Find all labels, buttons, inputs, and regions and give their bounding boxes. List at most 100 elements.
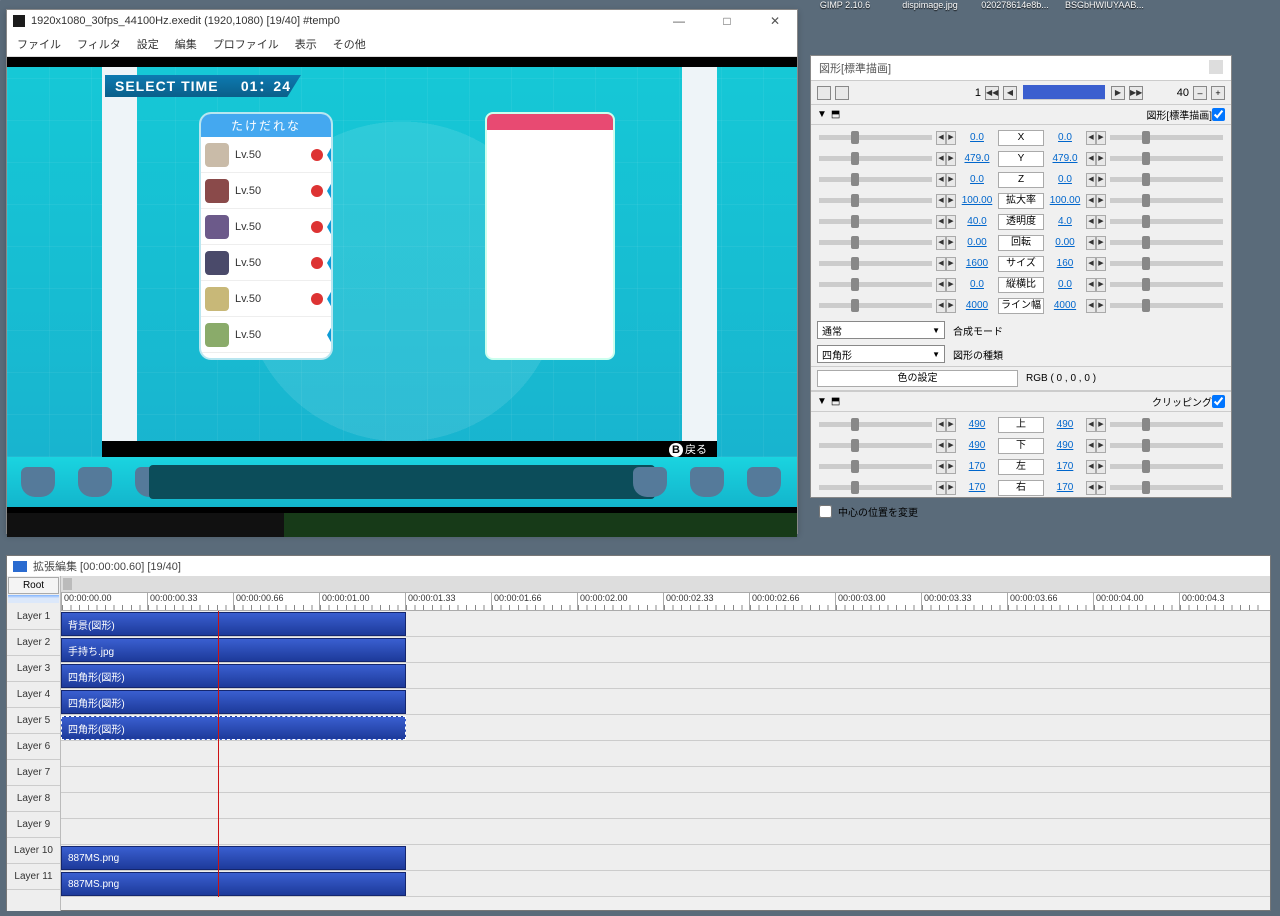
section-toggle[interactable] <box>1212 395 1225 408</box>
collapse-icon[interactable]: ▼ <box>817 396 827 407</box>
timeline-clip[interactable]: 背景(図形) <box>61 612 406 636</box>
seek-bar[interactable] <box>7 513 797 537</box>
step-left-inc[interactable]: ▶ <box>946 460 956 474</box>
param-label-button[interactable]: 拡大率 <box>998 193 1044 209</box>
menu-settings[interactable]: 設定 <box>131 34 165 54</box>
color-settings-button[interactable]: 色の設定 <box>817 370 1018 387</box>
value-right[interactable]: 0.00 <box>1046 237 1084 248</box>
timeline-track[interactable]: 四角形(図形) <box>61 715 1270 741</box>
timeline-track[interactable]: 四角形(図形) <box>61 689 1270 715</box>
step-left-inc[interactable]: ▶ <box>946 215 956 229</box>
link-icon[interactable]: ⬒ <box>831 396 840 407</box>
slider-right[interactable] <box>1110 422 1223 427</box>
value-left[interactable]: 170 <box>958 461 996 472</box>
layer-label[interactable]: Layer 11 <box>7 864 60 890</box>
playhead[interactable] <box>218 611 219 897</box>
timeline-clip[interactable]: 887MS.png <box>61 872 406 896</box>
desktop-icon[interactable]: GIMP 2.10.6 <box>810 0 880 10</box>
tool-icon[interactable] <box>835 86 849 100</box>
layer-label[interactable]: Layer 5 <box>7 708 60 734</box>
value-left[interactable]: 1600 <box>958 258 996 269</box>
ffwd-icon[interactable]: ▶▶ <box>1129 86 1143 100</box>
shape-type-select[interactable]: 四角形▼ <box>817 345 945 363</box>
value-right[interactable]: 160 <box>1046 258 1084 269</box>
step-right-inc[interactable]: ▶ <box>1096 299 1106 313</box>
frame-start[interactable]: 1 <box>939 87 981 99</box>
step-left-inc[interactable]: ▶ <box>946 439 956 453</box>
step-left-dec[interactable]: ◀ <box>936 257 946 271</box>
step-right-inc[interactable]: ▶ <box>1096 215 1106 229</box>
value-left[interactable]: 0.00 <box>958 237 996 248</box>
slider-right[interactable] <box>1110 219 1223 224</box>
slider-left[interactable] <box>819 198 932 203</box>
slider-left[interactable] <box>819 177 932 182</box>
timeline-scrollbar[interactable] <box>61 576 1270 593</box>
step-right-dec[interactable]: ◀ <box>1086 439 1096 453</box>
step-left-dec[interactable]: ◀ <box>936 278 946 292</box>
frame-end[interactable]: 40 <box>1147 87 1189 99</box>
menu-other[interactable]: その他 <box>327 34 372 54</box>
menu-view[interactable]: 表示 <box>289 34 323 54</box>
timeline-clip[interactable]: 887MS.png <box>61 846 406 870</box>
rewind-icon[interactable]: ◀◀ <box>985 86 999 100</box>
slider-right[interactable] <box>1110 177 1223 182</box>
add-icon[interactable]: + <box>1211 86 1225 100</box>
step-left-dec[interactable]: ◀ <box>936 131 946 145</box>
slider-right[interactable] <box>1110 240 1223 245</box>
slider-left[interactable] <box>819 240 932 245</box>
step-left-dec[interactable]: ◀ <box>936 152 946 166</box>
timeline-track[interactable]: 背景(図形) <box>61 611 1270 637</box>
desktop-icon[interactable]: dispimage.jpg <box>895 0 965 10</box>
layer-label[interactable]: Layer 8 <box>7 786 60 812</box>
step-right-dec[interactable]: ◀ <box>1086 236 1096 250</box>
desktop-icon[interactable]: 020278614e8b... <box>980 0 1050 10</box>
tool-icon[interactable] <box>817 86 831 100</box>
layer-label[interactable]: Layer 10 <box>7 838 60 864</box>
value-left[interactable]: 170 <box>958 482 996 493</box>
step-left-inc[interactable]: ▶ <box>946 173 956 187</box>
timeline-ruler[interactable]: 00:00:00.0000:00:00.3300:00:00.6600:00:0… <box>61 593 1270 611</box>
step-left-dec[interactable]: ◀ <box>936 215 946 229</box>
value-left[interactable]: 479.0 <box>958 153 996 164</box>
step-left-dec[interactable]: ◀ <box>936 439 946 453</box>
layer-label[interactable]: Layer 7 <box>7 760 60 786</box>
param-label-button[interactable]: 左 <box>998 459 1044 475</box>
value-right[interactable]: 4.0 <box>1046 216 1084 227</box>
slider-right[interactable] <box>1110 156 1223 161</box>
value-left[interactable]: 0.0 <box>958 279 996 290</box>
param-label-button[interactable]: 回転 <box>998 235 1044 251</box>
param-label-button[interactable]: Z <box>998 172 1044 188</box>
value-right[interactable]: 490 <box>1046 419 1084 430</box>
value-right[interactable]: 170 <box>1046 482 1084 493</box>
slider-left[interactable] <box>819 485 932 490</box>
step-left-inc[interactable]: ▶ <box>946 131 956 145</box>
slider-right[interactable] <box>1110 261 1223 266</box>
param-label-button[interactable]: ライン幅 <box>998 298 1044 314</box>
value-right[interactable]: 4000 <box>1046 300 1084 311</box>
step-right-dec[interactable]: ◀ <box>1086 299 1096 313</box>
layer-label[interactable]: Layer 3 <box>7 656 60 682</box>
slider-left[interactable] <box>819 282 932 287</box>
timeline-clip[interactable]: 四角形(図形) <box>61 690 406 714</box>
step-left-dec[interactable]: ◀ <box>936 194 946 208</box>
value-right[interactable]: 479.0 <box>1046 153 1084 164</box>
layer-label[interactable]: Layer 6 <box>7 734 60 760</box>
desktop-icon[interactable]: BSGbHWIUYAAB... <box>1065 0 1135 10</box>
step-right-inc[interactable]: ▶ <box>1096 173 1106 187</box>
timeline-titlebar[interactable]: 拡張編集 [00:00:00.60] [19/40] <box>7 556 1270 576</box>
param-label-button[interactable]: 右 <box>998 480 1044 496</box>
timeline-track[interactable]: 887MS.png <box>61 845 1270 871</box>
value-left[interactable]: 490 <box>958 419 996 430</box>
step-right-inc[interactable]: ▶ <box>1096 194 1106 208</box>
timeline-clip[interactable]: 四角形(図形) <box>61 664 406 688</box>
timeline-clip[interactable]: 四角形(図形) <box>61 716 406 740</box>
section-toggle[interactable] <box>1212 108 1225 121</box>
step-right-inc[interactable]: ▶ <box>1096 131 1106 145</box>
value-left[interactable]: 0.0 <box>958 132 996 143</box>
layer-label[interactable]: Layer 2 <box>7 630 60 656</box>
layer-label[interactable]: Layer 1 <box>7 604 60 630</box>
step-left-dec[interactable]: ◀ <box>936 481 946 495</box>
value-left[interactable]: 40.0 <box>958 216 996 227</box>
param-label-button[interactable]: 透明度 <box>998 214 1044 230</box>
slider-right[interactable] <box>1110 198 1223 203</box>
